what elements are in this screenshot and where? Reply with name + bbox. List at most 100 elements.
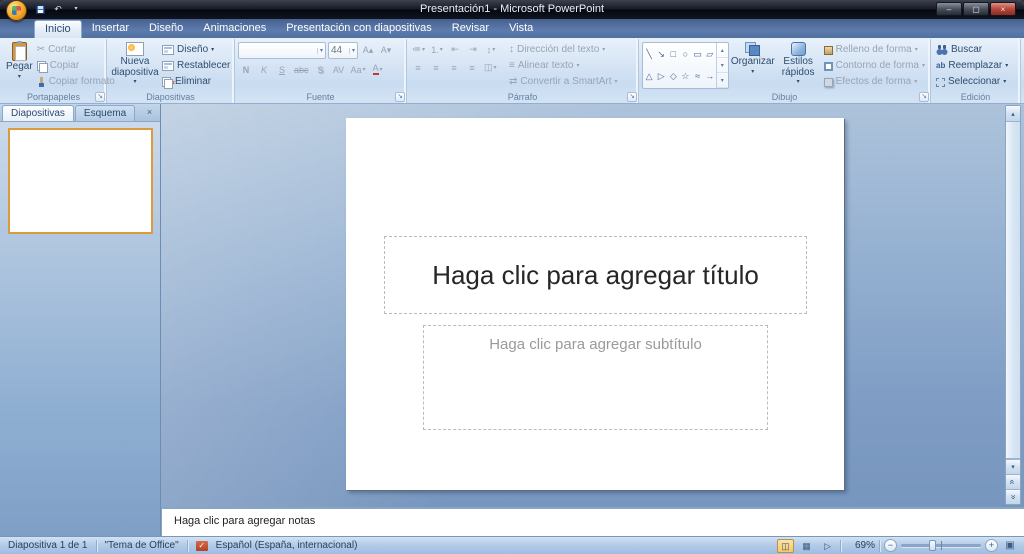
line-spacing-button[interactable]: ↕ ▾ bbox=[483, 42, 499, 57]
view-slide-sorter-button[interactable]: ▦ bbox=[798, 539, 815, 553]
columns-button[interactable]: ◫ ▾ bbox=[482, 60, 499, 75]
title-placeholder[interactable]: Haga clic para agregar título bbox=[384, 236, 807, 314]
zoom-out-button[interactable]: − bbox=[884, 539, 897, 552]
numbering-button[interactable]: 1. ▾ bbox=[429, 42, 445, 57]
shape-effects-button[interactable]: Efectos de forma ▾ bbox=[822, 75, 927, 89]
copy-button[interactable]: Copiar bbox=[35, 59, 117, 73]
slide-layout-button[interactable]: Diseño ▾ bbox=[160, 43, 232, 57]
view-normal-button[interactable]: ◫ bbox=[777, 538, 794, 553]
new-slide-button[interactable]: Nueva diapositiva ▾ bbox=[110, 40, 160, 87]
font-name-select[interactable]: ▾ bbox=[238, 42, 326, 59]
scroll-down-button[interactable]: ▾ bbox=[1006, 459, 1020, 474]
zoom-slider[interactable] bbox=[901, 540, 981, 551]
zoom-level[interactable]: 69% bbox=[845, 540, 875, 551]
tab-presentacion[interactable]: Presentación con diapositivas bbox=[276, 19, 442, 38]
view-slideshow-button[interactable]: ▷ bbox=[819, 539, 836, 553]
align-center-button[interactable]: ≡ bbox=[428, 60, 444, 75]
slide-canvas[interactable]: Haga clic para agregar título Haga clic … bbox=[346, 118, 844, 490]
tab-insertar[interactable]: Insertar bbox=[82, 19, 139, 38]
shapes-more-button[interactable]: ▾ bbox=[716, 73, 728, 88]
shape-oval-icon[interactable]: ○ bbox=[683, 49, 688, 60]
shapes-scroll-down-button[interactable]: ▾ bbox=[716, 58, 728, 73]
shape-diamond-icon[interactable]: ◇ bbox=[670, 71, 677, 82]
shape-block-arrow-icon[interactable]: → bbox=[705, 71, 714, 82]
maximize-button[interactable]: ▢ bbox=[963, 2, 989, 16]
bullets-button[interactable]: ≔ ▾ bbox=[410, 42, 427, 57]
convert-smartart-button[interactable]: ⇄ Convertir a SmartArt ▾ bbox=[507, 75, 620, 89]
delete-slide-button[interactable]: × Eliminar bbox=[160, 75, 232, 89]
vertical-scrollbar[interactable]: ▴ ▾ « « bbox=[1005, 105, 1021, 505]
font-color-button[interactable]: A ▾ bbox=[370, 62, 386, 77]
shape-arrow-icon[interactable]: ↘ bbox=[657, 49, 665, 60]
grow-font-button[interactable]: A▴ bbox=[360, 43, 376, 58]
language-indicator[interactable]: Español (España, internacional) bbox=[208, 540, 366, 551]
panel-tab-esquema[interactable]: Esquema bbox=[74, 105, 136, 121]
scrollbar-thumb[interactable] bbox=[1006, 121, 1020, 459]
shape-right-triangle-icon[interactable]: ▷ bbox=[658, 71, 665, 82]
zoom-slider-thumb[interactable] bbox=[929, 540, 936, 551]
reset-slide-button[interactable]: Restablecer bbox=[160, 59, 232, 73]
replace-button[interactable]: ab Reemplazar ▾ bbox=[934, 59, 1010, 73]
shape-line-icon[interactable]: ╲ bbox=[646, 49, 651, 60]
tab-animaciones[interactable]: Animaciones bbox=[193, 19, 276, 38]
subtitle-placeholder[interactable]: Haga clic para agregar subtítulo bbox=[423, 325, 768, 430]
shape-parallelogram-icon[interactable]: ▱ bbox=[706, 49, 713, 60]
strikethrough-button[interactable]: abc bbox=[292, 62, 311, 77]
slide-thumbnail-1[interactable] bbox=[8, 128, 153, 234]
select-button[interactable]: Seleccionar ▾ bbox=[934, 75, 1010, 89]
shape-curve-icon[interactable]: ≈ bbox=[695, 71, 700, 82]
tab-diseno[interactable]: Diseño bbox=[139, 19, 193, 38]
shape-rectangle-icon[interactable]: □ bbox=[671, 49, 676, 60]
tab-revisar[interactable]: Revisar bbox=[442, 19, 499, 38]
theme-indicator[interactable]: "Tema de Office" bbox=[97, 540, 187, 551]
minimize-button[interactable]: – bbox=[936, 2, 962, 16]
cut-button[interactable]: ✂ Cortar bbox=[35, 43, 117, 57]
panel-close-button[interactable]: × bbox=[143, 106, 156, 119]
slide-indicator[interactable]: Diapositiva 1 de 1 bbox=[0, 540, 96, 551]
arrange-button[interactable]: Organizar ▾ bbox=[729, 40, 777, 77]
next-slide-button[interactable]: « bbox=[1008, 494, 1018, 499]
drawing-dialog-launcher[interactable]: ↘ bbox=[919, 92, 929, 102]
align-text-button[interactable]: ≡ Alinear texto ▾ bbox=[507, 59, 620, 73]
character-spacing-button[interactable]: AV bbox=[331, 62, 347, 77]
shrink-font-button[interactable]: A▾ bbox=[378, 43, 394, 58]
shape-fill-button[interactable]: Relleno de forma ▾ bbox=[822, 43, 927, 57]
shape-triangle-icon[interactable]: △ bbox=[646, 71, 653, 82]
underline-button[interactable]: S bbox=[274, 62, 290, 77]
font-size-select[interactable]: 44 ▾ bbox=[328, 42, 358, 59]
spellcheck-icon[interactable]: ✓ bbox=[195, 540, 208, 551]
quick-styles-button[interactable]: Estilos rápidos ▾ bbox=[777, 40, 820, 87]
find-button[interactable]: Buscar bbox=[934, 43, 1010, 57]
shapes-scroll-up-button[interactable]: ▴ bbox=[716, 43, 728, 58]
paste-button[interactable]: Pegar ▾ bbox=[4, 40, 35, 82]
shape-star-icon[interactable]: ☆ bbox=[681, 71, 689, 82]
shapes-gallery[interactable]: ╲ ↘ □ ○ ▭ ▱ △ ▷ ◇ ☆ ≈ → ▴ ▾ ▾ bbox=[642, 42, 729, 89]
clipboard-dialog-launcher[interactable]: ↘ bbox=[95, 92, 105, 102]
tab-inicio[interactable]: Inicio bbox=[34, 20, 82, 38]
shape-outline-button[interactable]: Contorno de forma ▾ bbox=[822, 59, 927, 73]
scroll-up-button[interactable]: ▴ bbox=[1006, 106, 1020, 121]
close-button[interactable]: × bbox=[990, 2, 1016, 16]
text-direction-button[interactable]: ↕ Dirección del texto ▾ bbox=[507, 43, 620, 57]
shape-rounded-rect-icon[interactable]: ▭ bbox=[693, 49, 702, 60]
zoom-in-button[interactable]: + bbox=[985, 539, 998, 552]
bold-button[interactable]: N bbox=[238, 62, 254, 77]
italic-button[interactable]: K bbox=[256, 62, 272, 77]
justify-button[interactable]: ≡ bbox=[464, 60, 480, 75]
font-dialog-launcher[interactable]: ↘ bbox=[395, 92, 405, 102]
paragraph-dialog-launcher[interactable]: ↘ bbox=[627, 92, 637, 102]
format-painter-button[interactable]: Copiar formato bbox=[35, 75, 117, 89]
chevron-down-icon: ▾ bbox=[921, 63, 925, 69]
align-left-button[interactable]: ≡ bbox=[410, 60, 426, 75]
panel-tab-diapositivas[interactable]: Diapositivas bbox=[2, 105, 74, 121]
align-right-button[interactable]: ≡ bbox=[446, 60, 462, 75]
fit-to-window-button[interactable]: ▣ bbox=[1002, 539, 1018, 553]
previous-slide-button[interactable]: « bbox=[1008, 479, 1018, 484]
office-button[interactable] bbox=[6, 0, 27, 21]
change-case-button[interactable]: Aa ▾ bbox=[349, 62, 368, 77]
text-shadow-button[interactable]: S bbox=[313, 62, 329, 77]
increase-indent-button[interactable]: ⇥ bbox=[465, 42, 481, 57]
decrease-indent-button[interactable]: ⇤ bbox=[447, 42, 463, 57]
tab-vista[interactable]: Vista bbox=[499, 19, 543, 38]
notes-pane[interactable]: Haga clic para agregar notas bbox=[161, 507, 1024, 536]
